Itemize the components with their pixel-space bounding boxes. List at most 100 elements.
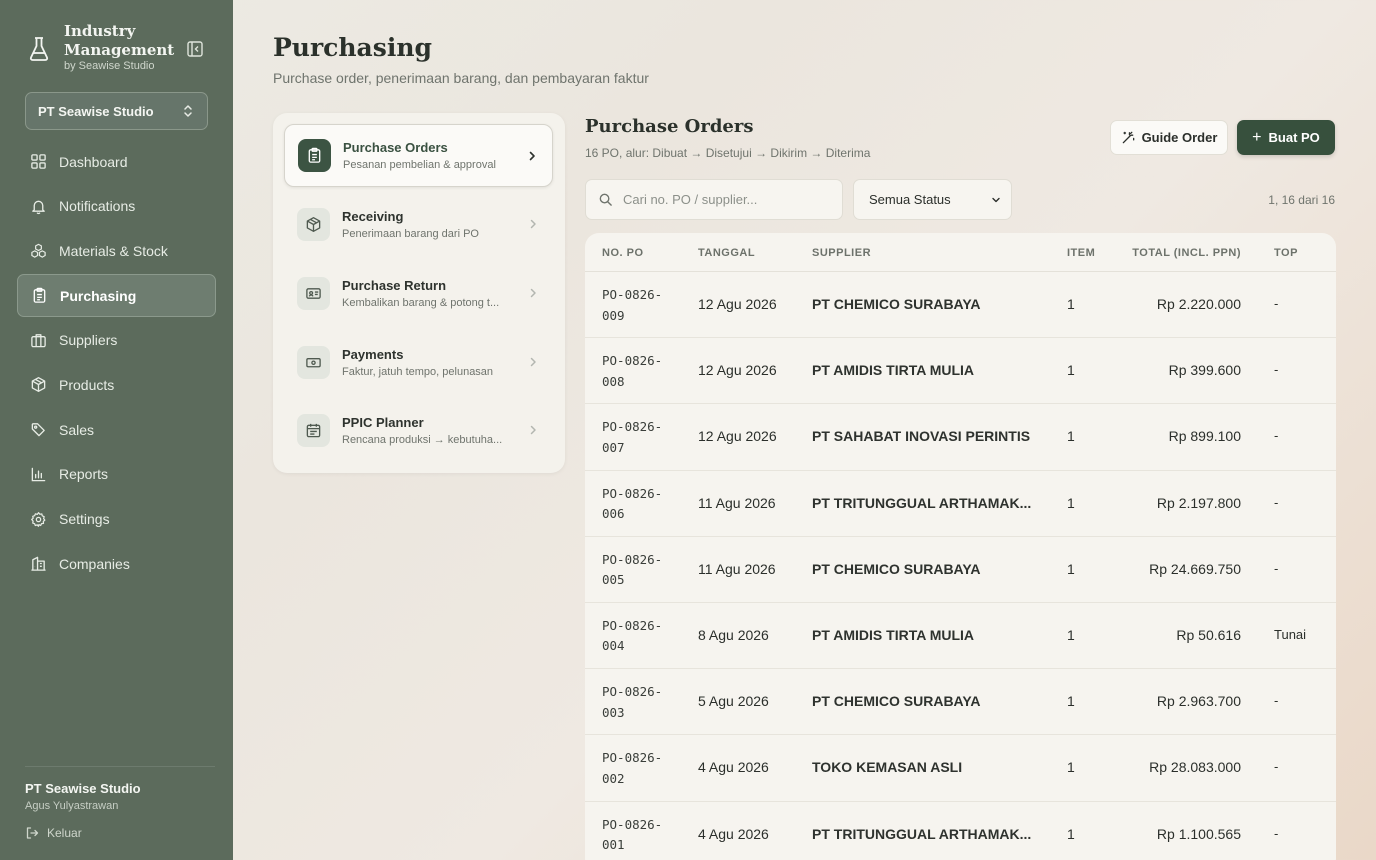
company-selector[interactable]: PT Seawise Studio: [25, 92, 208, 130]
cell-date: 4 Agu 2026: [698, 759, 769, 776]
cell-total: Rp 399.600: [1168, 362, 1241, 379]
result-count: 1, 16 dari 16: [1268, 193, 1335, 207]
submenu-item-desc: Penerimaan barang dari PO: [342, 228, 479, 240]
table-row[interactable]: PO-0826- 006 11 Agu 2026 PT TRITUNGGUAL ART…: [585, 471, 1336, 537]
search-input[interactable]: [623, 192, 823, 207]
tag-icon: [31, 423, 45, 437]
table-row[interactable]: PO-0826- 002 4 Agu 2026 TOKO KEMASAN ASLI 1 R…: [585, 735, 1336, 802]
table-row[interactable]: PO-0826- 003 5 Agu 2026 PT CHEMICO SURABAYA…: [585, 669, 1336, 736]
cell-item-count: 1: [1067, 296, 1075, 312]
sidebar-item-suppliers[interactable]: Suppliers: [17, 319, 216, 362]
sidebar-item-settings[interactable]: Settings: [17, 498, 216, 541]
create-po-label: Buat PO: [1268, 130, 1320, 145]
sidebar-footer: PT Seawise Studio Agus Yulyastrawan Kelu…: [25, 766, 215, 840]
cell-date: 12 Agu 2026: [698, 362, 777, 379]
cell-po-number: PO-0826- 005: [602, 550, 662, 591]
calendar-icon: [306, 423, 321, 438]
cell-supplier: PT CHEMICO SURABAYA: [812, 296, 981, 312]
cell-top: -: [1274, 428, 1279, 444]
cell-supplier: TOKO KEMASAN ASLI: [812, 759, 963, 776]
cell-item-count: 1: [1067, 362, 1075, 379]
po-number-prefix: PO-0826-: [602, 485, 663, 501]
section-title: Purchase Orders: [585, 116, 754, 137]
table-row[interactable]: PO-0826- 008 12 Agu 2026 PT AMIDIS TIRTA MU…: [585, 338, 1336, 405]
submenu-item-title: Purchase Return: [342, 278, 447, 293]
submenu-item-desc: Faktur, jatuh tempo, pelunasan: [342, 366, 494, 378]
column-header-date[interactable]: TANGGAL: [698, 247, 755, 259]
chevron-right-icon: [530, 425, 536, 435]
table-row[interactable]: PO-0826- 005 11 Agu 2026 PT CHEMICO SURABAY…: [585, 537, 1336, 603]
po-number-prefix: PO-0826-: [602, 816, 663, 832]
create-po-button[interactable]: + Buat PO: [1237, 120, 1335, 155]
table-row[interactable]: PO-0826- 004 8 Agu 2026 PT AMIDIS TIRTA MUL…: [585, 603, 1336, 670]
footer-user-name: Agus Yulyastrawan: [25, 800, 119, 812]
cell-date: 12 Agu 2026: [698, 296, 777, 312]
cell-supplier: PT TRITUNGGUAL ARTHAMAK...: [812, 494, 1032, 511]
company-selector-value: PT Seawise Studio: [38, 103, 154, 119]
sidebar-item-label: Sales: [59, 421, 95, 438]
submenu-item-purchase-return[interactable]: Purchase Return Kembalikan barang & poto…: [284, 262, 553, 325]
sidebar-item-companies[interactable]: Companies: [17, 542, 216, 585]
cell-supplier: PT AMIDIS TIRTA MULIA: [812, 362, 975, 379]
sidebar-item-label: Dashboard: [59, 153, 128, 170]
column-header-supplier[interactable]: SUPPLIER: [812, 247, 871, 259]
submenu-item-ppic-planner[interactable]: PPIC Planner Rencana produksi → kebutuha…: [284, 399, 553, 462]
purchasing-submenu: Purchase Orders Pesanan pembelian & appr…: [273, 113, 565, 473]
sidebar-item-label: Notifications: [59, 198, 136, 215]
cell-po-number: PO-0826- 008: [602, 351, 662, 392]
po-number-prefix: PO-0826-: [602, 684, 663, 700]
search-icon: [599, 193, 612, 206]
package-icon: [306, 217, 321, 232]
section-subtitle: 16 PO, alur: Dibuat → Disetujui → Dikiri…: [585, 146, 871, 160]
submenu-item-title: Receiving: [342, 209, 404, 224]
cell-total: Rp 2.963.700: [1156, 693, 1241, 710]
sidebar-item-materials-stock[interactable]: Materials & Stock: [17, 229, 216, 272]
status-filter-select[interactable]: Semua Status: [853, 179, 1012, 220]
sidebar-item-reports[interactable]: Reports: [17, 453, 216, 496]
cell-total: Rp 899.100: [1168, 428, 1241, 445]
sidebar-item-products[interactable]: Products: [17, 363, 216, 406]
cell-total: Rp 2.220.000: [1156, 296, 1241, 312]
bell-icon: [32, 200, 45, 214]
table-row[interactable]: PO-0826- 001 4 Agu 2026 PT TRITUNGGUAL ARTH…: [585, 802, 1336, 860]
submenu-item-receiving[interactable]: Receiving Penerimaan barang dari PO: [284, 193, 553, 256]
column-header-po[interactable]: NO. PO: [602, 247, 644, 259]
cell-item-count: 1: [1067, 494, 1075, 511]
sidebar-item-dashboard[interactable]: Dashboard: [17, 140, 216, 183]
submenu-icon-box: [298, 139, 331, 172]
submenu-item-payments[interactable]: Payments Faktur, jatuh tempo, pelunasan: [284, 331, 553, 394]
logout-icon: [26, 827, 39, 839]
column-header-item[interactable]: ITEM: [1067, 247, 1095, 259]
cell-top: -: [1274, 759, 1279, 775]
table-row[interactable]: PO-0826- 007 12 Agu 2026 PT SAHABAT INOVASI…: [585, 404, 1336, 471]
sidebar-collapse-icon[interactable]: [186, 40, 204, 58]
submenu-item-desc: Rencana produksi → kebutuha...: [342, 434, 503, 446]
sidebar-item-sales[interactable]: Sales: [17, 408, 216, 451]
po-number-prefix: PO-0826-: [602, 353, 663, 369]
chevron-right-icon: [529, 151, 535, 161]
cell-po-number: PO-0826- 007: [602, 417, 662, 458]
cell-total: Rp 2.197.800: [1156, 494, 1241, 511]
sidebar-item-label: Companies: [59, 555, 130, 572]
guide-order-button[interactable]: Guide Order: [1110, 120, 1228, 155]
po-number-prefix: PO-0826-: [602, 551, 663, 567]
sidebar-item-notifications[interactable]: Notifications: [17, 185, 216, 228]
cell-item-count: 1: [1067, 560, 1075, 577]
sidebar-item-purchasing[interactable]: Purchasing: [17, 274, 216, 318]
search-field[interactable]: [585, 179, 843, 220]
cell-po-number: PO-0826- 004: [602, 616, 662, 657]
sidebar-item-label: Suppliers: [59, 332, 118, 349]
submenu-icon-box: [297, 346, 330, 379]
logout-button[interactable]: Keluar: [25, 826, 215, 840]
table-row[interactable]: PO-0826- 009 12 Agu 2026 PT CHEMICO SURABAY…: [585, 272, 1336, 339]
column-header-top[interactable]: TOP: [1274, 247, 1298, 259]
sidebar-item-label: Purchasing: [60, 287, 137, 304]
package-icon: [31, 377, 46, 393]
guide-order-label: Guide Order: [1141, 130, 1218, 145]
sidebar-nav: Dashboard Notifications Materials & Stoc…: [17, 140, 216, 587]
submenu-item-purchase-orders[interactable]: Purchase Orders Pesanan pembelian & appr…: [284, 124, 553, 187]
cell-top: -: [1274, 296, 1279, 311]
column-header-total[interactable]: TOTAL (INCL. PPN): [1132, 247, 1241, 259]
cell-item-count: 1: [1067, 428, 1075, 445]
grid-icon: [31, 154, 46, 169]
